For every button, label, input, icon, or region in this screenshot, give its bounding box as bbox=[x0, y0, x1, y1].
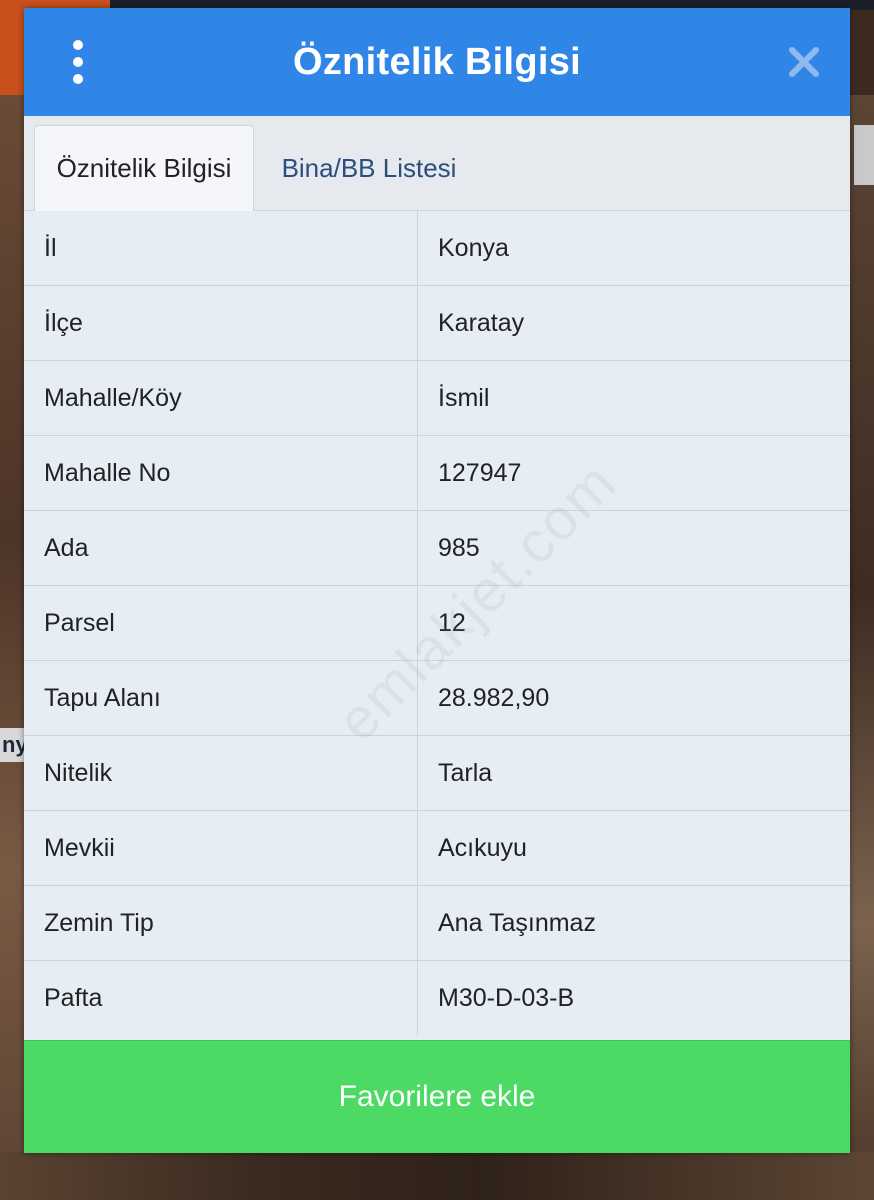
attribute-value: İsmil bbox=[417, 360, 850, 436]
table-row: Zemin Tip Ana Taşınmaz bbox=[24, 885, 850, 961]
tab-bar: Öznitelik Bilgisi Bina/BB Listesi bbox=[24, 116, 850, 211]
attribute-key: İl bbox=[24, 211, 418, 286]
attribute-value: Ana Taşınmaz bbox=[417, 885, 850, 961]
tab-building-list[interactable]: Bina/BB Listesi bbox=[254, 126, 484, 210]
menu-dot bbox=[73, 57, 83, 67]
attribute-value: 12 bbox=[417, 585, 850, 661]
table-row: Nitelik Tarla bbox=[24, 735, 850, 811]
more-vertical-icon[interactable] bbox=[64, 40, 92, 84]
map-scrollbar[interactable] bbox=[854, 125, 874, 185]
attribute-value: Konya bbox=[417, 211, 850, 286]
table-row: İlçe Karatay bbox=[24, 285, 850, 361]
attribute-key: Pafta bbox=[24, 960, 418, 1035]
map-background-bottom bbox=[0, 1152, 874, 1200]
attribute-key: Mevkii bbox=[24, 810, 418, 886]
attribute-value: 127947 bbox=[417, 435, 850, 511]
table-row: Parsel 12 bbox=[24, 585, 850, 661]
attribute-value: 28.982,90 bbox=[417, 660, 850, 736]
attribute-key: İlçe bbox=[24, 285, 418, 361]
attribute-value: M30-D-03-B bbox=[417, 960, 850, 1035]
menu-dot bbox=[73, 74, 83, 84]
attribute-info-dialog: Öznitelik Bilgisi Öznitelik Bilgisi Bina… bbox=[24, 8, 850, 1153]
attribute-table: İl Konya İlçe Karatay Mahalle/Köy İsmil … bbox=[24, 211, 850, 1035]
table-row: Tapu Alanı 28.982,90 bbox=[24, 660, 850, 736]
attribute-key: Tapu Alanı bbox=[24, 660, 418, 736]
map-background-right bbox=[850, 95, 874, 1200]
table-row: Mahalle/Köy İsmil bbox=[24, 360, 850, 436]
attribute-key: Nitelik bbox=[24, 735, 418, 811]
table-row: Mevkii Acıkuyu bbox=[24, 810, 850, 886]
dialog-title: Öznitelik Bilgisi bbox=[292, 40, 582, 83]
dialog-header: Öznitelik Bilgisi bbox=[24, 8, 850, 116]
attribute-key: Mahalle/Köy bbox=[24, 360, 418, 436]
table-row: İl Konya bbox=[24, 211, 850, 286]
close-icon[interactable] bbox=[786, 44, 822, 80]
attribute-value: Tarla bbox=[417, 735, 850, 811]
table-row: Ada 985 bbox=[24, 510, 850, 586]
attribute-key: Parsel bbox=[24, 585, 418, 661]
add-to-favorites-button[interactable]: Favorilere ekle bbox=[24, 1040, 850, 1153]
attribute-value: 985 bbox=[417, 510, 850, 586]
menu-dot bbox=[73, 40, 83, 50]
attribute-key: Mahalle No bbox=[24, 435, 418, 511]
map-background-left bbox=[0, 95, 25, 1200]
table-row: Mahalle No 127947 bbox=[24, 435, 850, 511]
map-label-partial: ny bbox=[0, 728, 25, 762]
attribute-key: Zemin Tip bbox=[24, 885, 418, 961]
table-row: Pafta M30-D-03-B bbox=[24, 960, 850, 1035]
attribute-value: Karatay bbox=[417, 285, 850, 361]
attribute-value: Acıkuyu bbox=[417, 810, 850, 886]
tab-attribute-info[interactable]: Öznitelik Bilgisi bbox=[34, 125, 254, 211]
attribute-key: Ada bbox=[24, 510, 418, 586]
